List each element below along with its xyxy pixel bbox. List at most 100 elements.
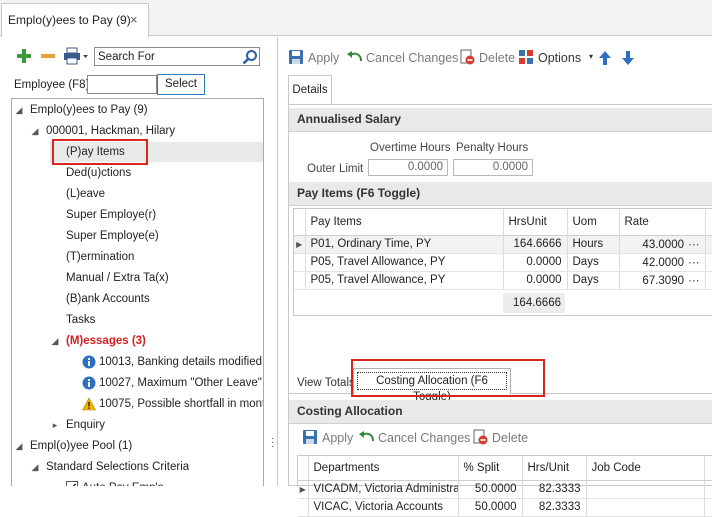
tree-item-employee-pool[interactable]: Empl(o)yee Pool (1) [30, 436, 132, 456]
apply-label: Apply [308, 51, 340, 65]
column-header[interactable]: % Split [458, 456, 523, 481]
options-label: Options [538, 51, 582, 65]
printer-icon[interactable] [63, 47, 89, 65]
apply-button[interactable]: Apply [288, 49, 339, 67]
pay-items-table: Pay Items HrsUnit Uom Rate ▶ P01, Ordina… [294, 209, 712, 290]
penalty-hours-field[interactable]: 0.0000 [453, 159, 533, 176]
chevron-down-icon[interactable]: ◢ [30, 457, 40, 477]
cell-hrs-unit[interactable]: 0.0000 [503, 271, 568, 290]
tree-item-bank-accounts[interactable]: (B)ank Accounts [66, 289, 150, 309]
apply-label: Apply [322, 431, 354, 445]
message-item[interactable]: 10013, Banking details modified. [99, 352, 263, 372]
chevron-down-icon[interactable]: ◢ [30, 121, 40, 141]
cell-uom[interactable]: Days [567, 253, 620, 272]
cell-rate[interactable]: 67.3090 ⋯ [619, 271, 706, 290]
table-header-row: Pay Items HrsUnit Uom Rate [294, 209, 712, 236]
tree-item-auto-pay[interactable]: Auto Pay Emp's [82, 478, 163, 486]
cancel-changes-button[interactable]: Cancel Changes [346, 49, 458, 67]
options-button[interactable]: Options ▾ [518, 49, 593, 67]
ellipsis-icon[interactable]: ⋯ [688, 239, 700, 251]
tab-details[interactable]: Details [288, 75, 332, 105]
tree-item-messages[interactable]: (M)essages (3) [66, 331, 146, 351]
search-placeholder: Search For [98, 51, 155, 63]
tree-item-leave[interactable]: (L)eave [66, 184, 105, 204]
move-down-icon[interactable] [621, 50, 635, 66]
chevron-right-icon[interactable]: ▸ [50, 415, 60, 435]
cell-pay-item[interactable]: P05, Travel Allowance, PY [305, 271, 504, 290]
cell-department[interactable]: VICAC, Victoria Accounts [308, 498, 459, 517]
cell-pay-item[interactable]: P05, Travel Allowance, PY [305, 253, 504, 272]
column-header[interactable]: Departments [308, 456, 459, 481]
checkbox[interactable] [66, 481, 78, 486]
column-header[interactable]: Uom [567, 209, 620, 236]
tree-root[interactable]: Emplo(y)ees to Pay (9) [30, 100, 148, 120]
costing-apply-button[interactable]: Apply [302, 429, 353, 447]
chevron-down-icon: ▾ [589, 52, 594, 61]
ellipsis-icon[interactable]: ⋯ [688, 275, 700, 287]
cell-hrs-unit[interactable]: 0.0000 [503, 253, 568, 272]
table-row[interactable]: ▶ VICADM, Victoria Administratio 50.0000… [298, 480, 712, 499]
cell-hrs-unit[interactable]: 164.6666 [503, 235, 568, 254]
tab-view-totals[interactable]: View Totals [297, 377, 355, 389]
tab-employees-to-pay[interactable]: Emplo(y)ees to Pay (9) × [1, 3, 149, 37]
table-row[interactable]: P05, Travel Allowance, PY 0.0000 Days 67… [294, 271, 712, 290]
cell-uom[interactable]: Days [567, 271, 620, 290]
message-item[interactable]: 10027, Maximum "Other Leave" en [99, 373, 263, 393]
search-icon[interactable] [242, 49, 258, 65]
document-tab-strip: Emplo(y)ees to Pay (9) × [0, 0, 712, 37]
chevron-down-icon[interactable]: ◢ [14, 436, 24, 456]
costing-delete-button[interactable]: Delete [472, 429, 528, 447]
cell-split[interactable]: 50.0000 [458, 498, 523, 517]
warning-icon [82, 397, 96, 411]
column-header[interactable]: Job Code [586, 456, 705, 481]
delete-label: Delete [479, 51, 516, 65]
section-pay-items: Pay Items (F6 Toggle) [289, 182, 712, 206]
ellipsis-icon[interactable]: ⋯ [688, 257, 700, 269]
column-header[interactable]: HrsUnit [503, 209, 568, 236]
tree-item-super-employer[interactable]: Super Employe(r) [66, 205, 156, 225]
delete-button[interactable]: Delete [459, 49, 515, 67]
tree-item-tasks[interactable]: Tasks [66, 310, 95, 330]
table-row[interactable]: ▶ P01, Ordinary Time, PY 164.6666 Hours … [294, 235, 712, 254]
chevron-down-icon[interactable]: ◢ [50, 331, 60, 351]
tree-item-termination[interactable]: (T)ermination [66, 247, 134, 267]
cell-rate[interactable]: 42.0000 ⋯ [619, 253, 706, 272]
cancel-changes-label: Cancel Changes [378, 431, 471, 445]
costing-cancel-changes-button[interactable]: Cancel Changes [358, 429, 470, 447]
cell-split[interactable]: 50.0000 [458, 480, 523, 499]
cell-hrs-unit[interactable]: 82.3333 [522, 480, 587, 499]
overtime-hours-label: Overtime Hours [370, 142, 451, 154]
table-row[interactable]: VICAC, Victoria Accounts 50.0000 82.3333 [298, 498, 712, 517]
message-item[interactable]: 10075, Possible shortfall in monthl [99, 394, 263, 414]
select-button[interactable]: Select [157, 74, 205, 95]
table-row[interactable]: P05, Travel Allowance, PY 0.0000 Days 42… [294, 253, 712, 272]
tree-item-deductions[interactable]: Ded(u)ctions [66, 163, 131, 183]
remove-icon[interactable] [40, 48, 56, 64]
overtime-hours-field[interactable]: 0.0000 [368, 159, 448, 176]
employee-field[interactable] [87, 75, 157, 94]
details-content: Annualised Salary Overtime Hours Penalty… [288, 104, 712, 517]
cell-job-code[interactable] [586, 480, 705, 499]
tree-item-manual-extra-tax[interactable]: Manual / Extra Ta(x) [66, 268, 169, 288]
tree-employee[interactable]: 000001, Hackman, Hilary [46, 121, 175, 141]
cell-pay-item[interactable]: P01, Ordinary Time, PY [305, 235, 504, 254]
column-header[interactable]: Hrs/Unit [522, 456, 587, 481]
cell-rate[interactable]: 43.0000 ⋯ [619, 235, 706, 254]
cell-hrs-unit[interactable]: 82.3333 [522, 498, 587, 517]
tab-label: Emplo(y)ees to Pay (9) [8, 13, 131, 27]
cell-department[interactable]: VICADM, Victoria Administratio [308, 480, 459, 499]
tree-item-enquiry[interactable]: Enquiry [66, 415, 105, 435]
close-icon[interactable]: × [130, 12, 138, 27]
tree-item-criteria[interactable]: Standard Selections Criteria [46, 457, 189, 477]
chevron-down-icon[interactable]: ◢ [14, 100, 24, 120]
column-header[interactable]: Pay Items [305, 209, 504, 236]
splitter-handle[interactable]: · · · [271, 434, 275, 452]
cell-uom[interactable]: Hours [567, 235, 620, 254]
move-up-icon[interactable] [598, 50, 612, 66]
tree-item-super-employee[interactable]: Super Employe(e) [66, 226, 159, 246]
column-header[interactable]: Rate [619, 209, 706, 236]
add-icon[interactable] [16, 48, 32, 64]
cell-job-code[interactable] [586, 498, 705, 517]
rate-value: 43.0000 [642, 239, 684, 251]
search-input[interactable]: Search For [94, 47, 260, 66]
